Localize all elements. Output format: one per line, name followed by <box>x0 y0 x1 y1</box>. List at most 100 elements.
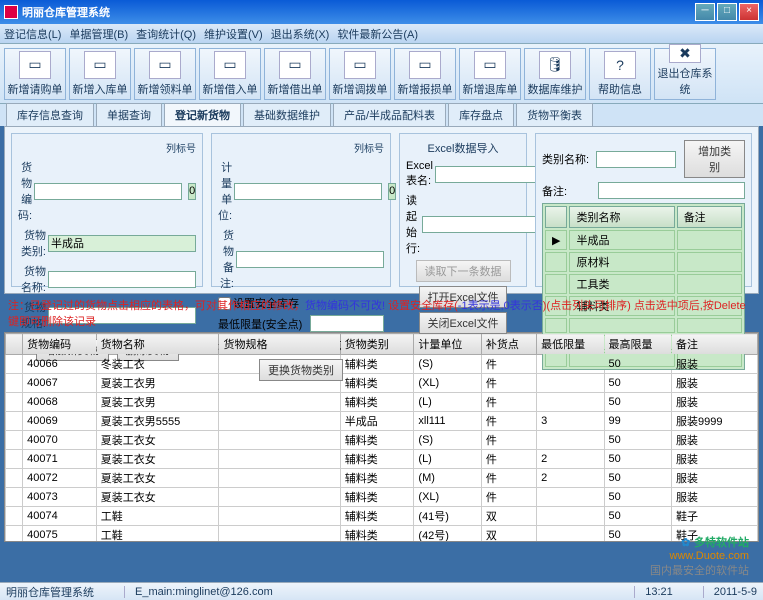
min-label: 最低限量(安全点) <box>218 316 308 332</box>
unit-label: 计量单位: <box>218 159 232 223</box>
grid-th[interactable]: 补货点 <box>481 334 536 355</box>
status-date: 2011-5-9 <box>703 586 757 598</box>
grid-th[interactable]: 最低限量 <box>537 334 604 355</box>
toolbar-btn-1[interactable]: ▭新增入库单 <box>69 48 131 100</box>
toolbar-btn-7[interactable]: ▭新增退库单 <box>459 48 521 100</box>
menu-bills[interactable]: 单据管理(B) <box>69 26 128 42</box>
toolbar-icon: ▭ <box>344 51 376 79</box>
cat-th-remark[interactable]: 备注 <box>677 206 742 228</box>
minimize-button[interactable]: ─ <box>695 3 715 21</box>
tab-0[interactable]: 库存信息查询 <box>6 103 94 126</box>
excel-title: Excel数据导入 <box>406 140 520 156</box>
status-email: E_main:minglinet@126.com <box>124 586 604 598</box>
tab-3[interactable]: 基础数据维护 <box>243 103 331 126</box>
toolbar-icon: ▭ <box>279 51 311 79</box>
menu-query[interactable]: 查询统计(Q) <box>136 26 196 42</box>
window-title: 明丽仓库管理系统 <box>22 4 693 20</box>
tab-6[interactable]: 货物平衡表 <box>516 103 593 126</box>
startrow-label: 读起始行: <box>406 192 420 256</box>
code-colnum: 0 <box>188 183 196 200</box>
category-group: 类别名称: 增加类别 备注: 类别名称备注 ▶半成品原材料工具类辅料类 <box>535 133 752 287</box>
menubar: 登记信息(L) 单据管理(B) 查询统计(Q) 维护设置(V) 退出系统(X) … <box>0 24 763 44</box>
tab-2[interactable]: 登记新货物 <box>164 103 241 126</box>
toolbar-icon: ▭ <box>84 51 116 79</box>
maximize-button[interactable]: □ <box>717 3 737 21</box>
name-input[interactable] <box>48 271 196 288</box>
category-label: 货物类别: <box>18 227 46 259</box>
change-category-button[interactable]: 更换货物类别 <box>259 359 343 381</box>
grid-th[interactable]: 货物规格 <box>219 334 340 355</box>
toolbar-btn-0[interactable]: ▭新增请购单 <box>4 48 66 100</box>
table-row[interactable]: 40068夏装工衣男辅料类(L)件50服装 <box>6 393 758 412</box>
cat-row[interactable]: ▶半成品 <box>545 230 742 250</box>
toolbar: ▭新增请购单▭新增入库单▭新增领料单▭新增借入单▭新增借出单▭新增调拨单▭新增报… <box>0 44 763 104</box>
tab-4[interactable]: 产品/半成品配料表 <box>333 103 446 126</box>
toolbar-btn-3[interactable]: ▭新增借入单 <box>199 48 261 100</box>
table-row[interactable]: 40072夏装工衣女辅料类(M)件250服装 <box>6 469 758 488</box>
table-row[interactable]: 40070夏装工衣女辅料类(S)件50服装 <box>6 431 758 450</box>
close-excel-button[interactable]: 关闭Excel文件 <box>419 312 508 334</box>
category-combo[interactable] <box>48 235 196 252</box>
limits-group: 列标号 计量单位: 0 货物备注: 设置安全库存 最低限量(安全点) 最高限量 … <box>211 133 391 287</box>
grid-th[interactable]: 备注 <box>672 334 758 355</box>
tab-1[interactable]: 单据查询 <box>96 103 162 126</box>
app-icon <box>4 5 18 19</box>
code-input[interactable] <box>34 183 182 200</box>
add-category-button[interactable]: 增加类别 <box>684 140 745 178</box>
toolbar-icon: ▭ <box>19 51 51 79</box>
status-time: 13:21 <box>634 586 673 598</box>
remark-label: 货物备注: <box>218 227 234 291</box>
catname-input[interactable] <box>596 151 676 168</box>
toolbar-btn-4[interactable]: ▭新增借出单 <box>264 48 326 100</box>
table-row[interactable]: 40069夏装工衣男5555半成品xll111件399服装9999 <box>6 412 758 431</box>
toolbar-icon: ▭ <box>149 51 181 79</box>
toolbar-btn-5[interactable]: ▭新增调拨单 <box>329 48 391 100</box>
toolbar-icon: 🛢 <box>539 51 571 79</box>
table-row[interactable]: 40073夏装工衣女辅料类(XL)件50服装 <box>6 488 758 507</box>
table-row[interactable]: 40074工鞋辅料类(41号)双50鞋子 <box>6 507 758 526</box>
tabstrip: 库存信息查询单据查询登记新货物基础数据维护产品/半成品配料表库存盘点货物平衡表 <box>0 104 763 126</box>
menu-register[interactable]: 登记信息(L) <box>4 26 61 42</box>
excel-group: Excel数据导入 Excel表名: 读起始行: 读取下一条数据 打开Excel… <box>399 133 527 287</box>
cat-row[interactable]: 原材料 <box>545 252 742 272</box>
toolbar-btn-9[interactable]: ?帮助信息 <box>589 48 651 100</box>
toolbar-icon: ▭ <box>409 51 441 79</box>
grid-th[interactable]: 计量单位 <box>414 334 481 355</box>
unit-colnum: 0 <box>388 183 396 200</box>
grid-th[interactable]: 货物编码 <box>23 334 97 355</box>
goods-group: 列标号 货物编码: 0 货物类别: 货物名称: 货物规格: 增加新货物 删除货物 <box>11 133 203 287</box>
toolbar-btn-2[interactable]: ▭新增领料单 <box>134 48 196 100</box>
close-button[interactable]: × <box>739 3 759 21</box>
col-label-2: 列标号 <box>354 140 384 155</box>
form-panel: 列标号 货物编码: 0 货物类别: 货物名称: 货物规格: 增加新货物 删除货物… <box>4 126 759 294</box>
toolbar-btn-10[interactable]: ✖退出仓库系统 <box>654 48 716 100</box>
tab-5[interactable]: 库存盘点 <box>448 103 514 126</box>
menu-exit[interactable]: 退出系统(X) <box>271 26 330 42</box>
menu-settings[interactable]: 维护设置(V) <box>204 26 263 42</box>
unit-input[interactable] <box>234 183 382 200</box>
remark-input[interactable] <box>236 251 384 268</box>
catremark-input[interactable] <box>598 182 745 199</box>
statusbar: 明丽仓库管理系统 E_main:minglinet@126.com 13:21 … <box>0 582 763 600</box>
toolbar-icon: ▭ <box>214 51 246 79</box>
toolbar-icon: ✖ <box>669 44 701 63</box>
window-titlebar: 明丽仓库管理系统 ─ □ × <box>0 0 763 24</box>
cat-th-name[interactable]: 类别名称 <box>569 206 674 228</box>
col-label: 列标号 <box>166 140 196 155</box>
catname-label: 类别名称: <box>542 151 594 167</box>
status-app: 明丽仓库管理系统 <box>6 584 94 600</box>
table-row[interactable]: 40071夏装工衣女辅料类(L)件250服装 <box>6 450 758 469</box>
toolbar-btn-6[interactable]: ▭新增报损单 <box>394 48 456 100</box>
min-input[interactable] <box>310 315 384 332</box>
grid-th[interactable]: 最高限量 <box>604 334 671 355</box>
grid-th[interactable]: 货物名称 <box>96 334 219 355</box>
read-next-button[interactable]: 读取下一条数据 <box>416 260 511 282</box>
table-row[interactable]: 40075工鞋辅料类(42号)双50鞋子 <box>6 526 758 543</box>
toolbar-icon: ? <box>604 51 636 79</box>
toolbar-btn-8[interactable]: 🛢数据库维护 <box>524 48 586 100</box>
menu-announce[interactable]: 软件最新公告(A) <box>337 26 418 42</box>
sheet-label: Excel表名: <box>406 160 433 188</box>
catremark-label: 备注: <box>542 183 596 199</box>
grid-th[interactable]: 货物类别 <box>340 334 414 355</box>
cat-row[interactable]: 工具类 <box>545 274 742 294</box>
